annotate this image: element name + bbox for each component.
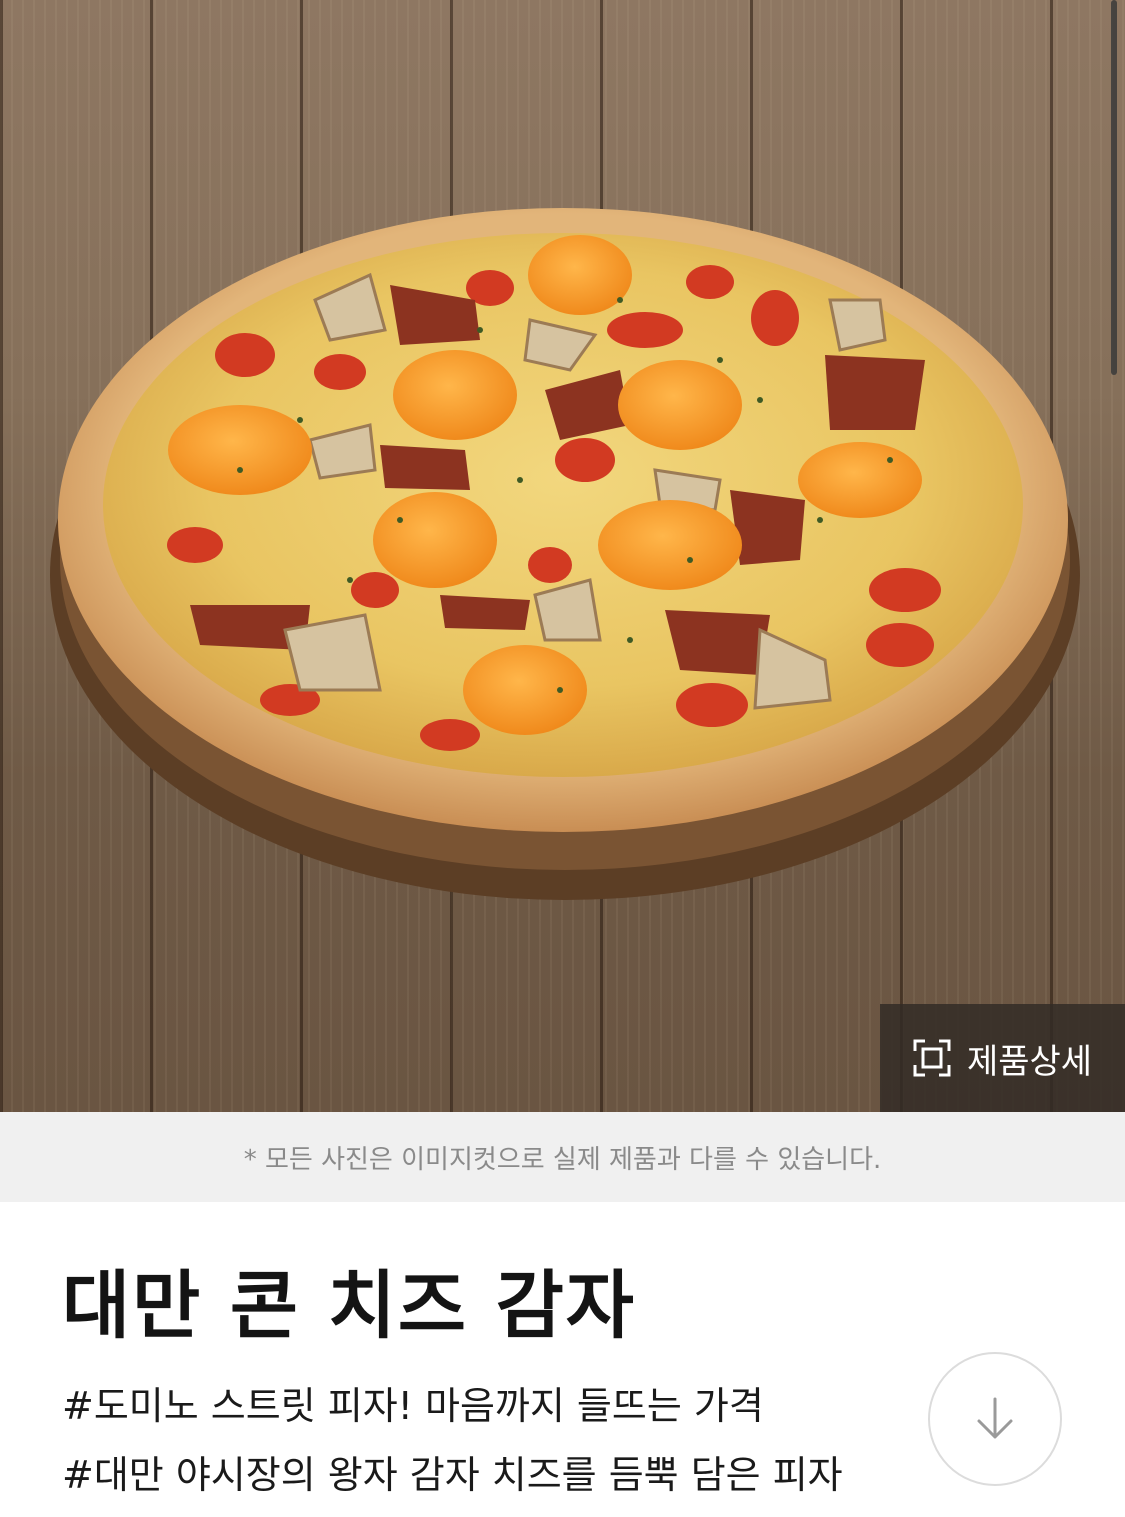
- product-hero-image: 제품상세: [0, 0, 1125, 1112]
- image-disclaimer: * 모든 사진은 이미지컷으로 실제 제품과 다를 수 있습니다.: [0, 1112, 1125, 1202]
- product-detail-label: 제품상세: [966, 1041, 1093, 1082]
- arrow-down-icon: [977, 1397, 1013, 1439]
- pizza-illustration: [50, 208, 1080, 900]
- product-tag: #대만 야시장의 왕자 감자 치즈를 듬뿍 담은 피자: [62, 1453, 843, 1497]
- scroll-indicator[interactable]: [1111, 0, 1117, 375]
- scroll-down-button[interactable]: [928, 1352, 1062, 1486]
- product-detail-button[interactable]: 제품상세: [880, 1004, 1125, 1112]
- focus-frame-icon: [913, 1039, 951, 1077]
- disclaimer-text: * 모든 사진은 이미지컷으로 실제 제품과 다를 수 있습니다.: [243, 1144, 882, 1175]
- product-title: 대만 콘 치즈 감자: [62, 1263, 636, 1349]
- product-tag: #도미노 스트릿 피자! 마음까지 들뜨는 가격: [62, 1384, 764, 1428]
